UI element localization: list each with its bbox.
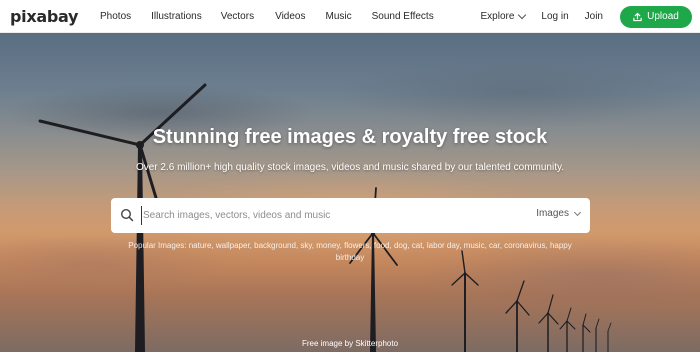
login-link[interactable]: Log in	[541, 11, 568, 22]
popular-tag[interactable]: money	[316, 241, 339, 250]
hero-title: Stunning free images & royalty free stoc…	[152, 126, 548, 148]
explore-menu[interactable]: Explore	[480, 10, 527, 22]
chevron-down-icon	[573, 208, 582, 216]
top-header: pixabay Photos Illustrations Vectors Vid…	[0, 0, 700, 33]
hero-subtitle: Over 2.6 million+ high quality stock ima…	[135, 162, 565, 173]
nav-photos[interactable]: Photos	[100, 11, 131, 22]
popular-tag[interactable]: labor day	[427, 241, 459, 250]
search-icon[interactable]	[120, 208, 134, 222]
popular-tag[interactable]: background	[254, 241, 296, 250]
explore-label: Explore	[480, 11, 515, 22]
nav-music[interactable]: Music	[325, 11, 351, 22]
popular-label: Popular Images:	[128, 241, 189, 250]
popular-tag[interactable]: sky	[300, 241, 311, 250]
wind-turbines-image	[38, 83, 612, 352]
nav-videos[interactable]: Videos	[275, 11, 305, 22]
popular-tag[interactable]: flowers	[344, 241, 369, 250]
media-type-label: Images	[536, 208, 569, 219]
popular-tag[interactable]: dog	[394, 241, 407, 250]
upload-button[interactable]: Upload	[620, 5, 692, 28]
media-type-dropdown[interactable]: Images	[536, 208, 582, 219]
popular-tag[interactable]: coronavirus	[504, 241, 545, 250]
hero-banner: Stunning free images & royalty free stoc…	[0, 33, 700, 352]
search-bar: Images	[111, 198, 590, 233]
image-credit[interactable]: Free image by Skitterphoto	[0, 339, 700, 348]
popular-tag[interactable]: car	[489, 241, 500, 250]
popular-tag[interactable]: nature	[189, 241, 212, 250]
popular-tag[interactable]: wallpaper	[216, 241, 250, 250]
pixabay-logo[interactable]: pixabay	[10, 7, 78, 26]
popular-searches: Popular Images: nature, wallpaper, backg…	[128, 241, 572, 262]
join-link[interactable]: Join	[585, 11, 603, 22]
search-input[interactable]	[141, 206, 521, 225]
upload-label: Upload	[647, 11, 679, 22]
nav-illustrations[interactable]: Illustrations	[151, 11, 202, 22]
nav-sound-effects[interactable]: Sound Effects	[372, 11, 434, 22]
user-nav: Explore Log in Join Upload	[480, 0, 700, 33]
upload-icon	[633, 12, 642, 21]
popular-tag[interactable]: music	[464, 241, 485, 250]
nav-vectors[interactable]: Vectors	[221, 11, 254, 22]
main-nav: Photos Illustrations Vectors Videos Musi…	[100, 0, 434, 33]
popular-tag[interactable]: cat	[412, 241, 423, 250]
chevron-down-icon	[518, 10, 527, 20]
popular-tag[interactable]: food	[374, 241, 390, 250]
